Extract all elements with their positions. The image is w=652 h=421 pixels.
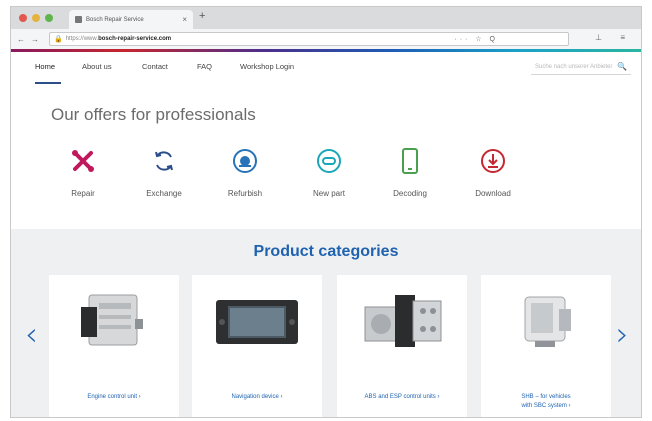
site-navigation: Home About us Contact FAQ Workshop Login… xyxy=(11,52,641,84)
address-bar[interactable]: 🔒 https://www. bosch-repair-service.com … xyxy=(49,32,569,46)
toolbar-menu-icons[interactable]: ⊥ ≡ xyxy=(595,33,633,42)
offer-label: Decoding xyxy=(393,189,427,198)
download-icon xyxy=(479,147,507,175)
nav-active-indicator xyxy=(35,82,61,84)
category-label: Engine control unit › xyxy=(87,394,141,400)
window-controls xyxy=(19,14,53,22)
category-label-line2: with SBC system › xyxy=(521,403,571,409)
offer-download[interactable]: Download xyxy=(458,147,528,198)
exchange-icon xyxy=(150,147,178,175)
repair-icon xyxy=(69,147,97,175)
nav-contact[interactable]: Contact xyxy=(142,62,168,71)
nav-about-us[interactable]: About us xyxy=(82,62,112,71)
offers-title: Our offers for professionals xyxy=(51,105,256,124)
back-icon[interactable]: ← xyxy=(17,35,25,44)
category-card-abs-esp[interactable]: ABS and ESP control units › xyxy=(337,275,467,417)
carousel-prev-button[interactable]: ‹ xyxy=(25,315,38,353)
new-part-icon xyxy=(315,147,343,175)
category-card-shb[interactable]: SHB – for vehicles with SBC system › xyxy=(481,275,611,417)
search-input[interactable]: Suche nach unserer Anbieter 🔍 xyxy=(531,59,631,75)
nav-home[interactable]: Home xyxy=(35,62,55,71)
category-label: ABS and ESP control units › xyxy=(364,394,440,400)
close-window-icon[interactable] xyxy=(19,14,27,22)
url-host: bosch-repair-service.com xyxy=(98,36,172,42)
browser-window: Bosch Repair Service × + ← → 🔒 https://w… xyxy=(10,6,642,418)
offer-label: Repair xyxy=(71,189,95,198)
engine-control-unit-image xyxy=(64,283,164,361)
carousel-next-button[interactable]: › xyxy=(616,315,629,353)
offer-refurbish[interactable]: Refurbish xyxy=(210,147,280,198)
url-prefix: https://www. xyxy=(65,36,99,42)
offer-new-part[interactable]: New part xyxy=(294,147,364,198)
tab-bar: Bosch Repair Service × + xyxy=(11,7,641,29)
minimize-window-icon[interactable] xyxy=(32,14,40,22)
close-tab-icon[interactable]: × xyxy=(182,15,187,24)
offer-label: Refurbish xyxy=(227,189,263,198)
category-label: SHB – for vehicles with SBC system › xyxy=(491,393,601,411)
address-bar-tools[interactable]: ··· ☆ Q xyxy=(454,35,498,43)
search-placeholder: Suche nach unserer Anbieter xyxy=(535,63,613,70)
offer-decoding[interactable]: Decoding xyxy=(375,147,445,198)
offer-label: Download xyxy=(475,189,511,198)
nav-workshop-login[interactable]: Workshop Login xyxy=(240,62,294,71)
refurbish-icon xyxy=(231,147,259,175)
nav-faq[interactable]: FAQ xyxy=(197,62,212,71)
browser-tab[interactable]: Bosch Repair Service × xyxy=(69,10,193,29)
lock-icon: 🔒 xyxy=(54,36,63,43)
new-tab-button[interactable]: + xyxy=(199,10,205,22)
category-label-line1: SHB – for vehicles xyxy=(521,394,571,400)
category-card-navigation-device[interactable]: Navigation device › xyxy=(192,275,322,417)
forward-icon[interactable]: → xyxy=(31,35,39,44)
shb-unit-image xyxy=(496,283,596,361)
search-icon[interactable]: 🔍 xyxy=(617,62,627,71)
browser-toolbar: ← → 🔒 https://www. bosch-repair-service.… xyxy=(11,29,641,49)
decoding-icon xyxy=(396,147,424,175)
category-label: Navigation device › xyxy=(231,394,283,400)
favicon-icon xyxy=(75,16,82,23)
maximize-window-icon[interactable] xyxy=(45,14,53,22)
navigation-device-image xyxy=(207,283,307,361)
abs-esp-unit-image xyxy=(352,283,452,361)
offer-repair[interactable]: Repair xyxy=(48,147,118,198)
categories-title: Product categories xyxy=(253,243,399,260)
offer-label: Exchange xyxy=(146,189,182,198)
offer-exchange[interactable]: Exchange xyxy=(129,147,199,198)
category-card-engine-control-unit[interactable]: Engine control unit › xyxy=(49,275,179,417)
tab-title: Bosch Repair Service xyxy=(86,16,144,23)
offer-label: New part xyxy=(312,189,345,198)
